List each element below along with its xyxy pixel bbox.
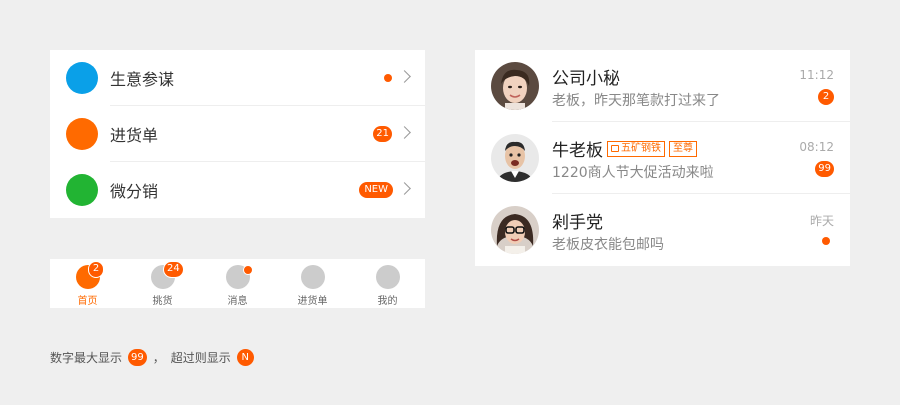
menu-item-purchase-list[interactable]: 进货单 21	[50, 106, 425, 162]
menu-item-label: 进货单	[110, 126, 159, 145]
message-item[interactable]: 公司小秘 老板，昨天那笔款打过来了 11:12 2	[475, 50, 850, 122]
count-badge: 21	[373, 126, 392, 142]
tab-badge: 2	[88, 261, 104, 278]
menu-item-label: 微分销	[110, 182, 159, 201]
note-text: 数字最大显示	[50, 350, 123, 365]
tab-label: 进货单	[297, 296, 328, 307]
max-count-badge: 99	[128, 348, 147, 366]
tab-messages[interactable]: 消息	[200, 259, 275, 308]
shop-icon	[611, 144, 619, 152]
contact-name: 牛老板 五矿钢铁 至尊	[552, 136, 697, 161]
contact-name-text: 牛老板	[552, 141, 603, 161]
chevron-right-icon	[398, 70, 411, 83]
tab-purchase-list[interactable]: 进货单	[275, 259, 350, 308]
menu-item-label: 生意参谋	[110, 70, 175, 89]
tab-label: 挑货	[152, 296, 173, 307]
menu-card: 生意参谋 进货单 21 微分销 NEW	[50, 50, 425, 218]
purchase-list-icon	[66, 118, 98, 150]
tab-label: 首页	[77, 296, 98, 307]
unread-count-badge: 2	[818, 89, 834, 105]
unread-count-badge: 99	[815, 161, 834, 177]
tab-label: 消息	[227, 296, 248, 307]
contact-name-text: 剁手党	[552, 213, 603, 233]
tab-label: 我的	[377, 296, 398, 307]
chevron-right-icon	[398, 126, 411, 139]
overflow-badge: N	[236, 348, 254, 366]
avatar-woman-icon	[491, 62, 539, 110]
tab-pick-goods[interactable]: 24 挑货	[125, 259, 200, 308]
message-item[interactable]: 剁手党 老板皮衣能包邮吗 昨天	[475, 194, 850, 266]
message-time: 08:12	[799, 140, 834, 154]
avatar-man-icon	[491, 134, 539, 182]
new-badge: NEW	[359, 182, 393, 198]
contact-name: 剁手党	[552, 208, 603, 233]
avatar-woman-glasses-icon	[491, 206, 539, 254]
company-tag: 五矿钢铁	[607, 140, 665, 157]
micro-distribution-icon	[66, 174, 98, 206]
message-preview: 老板皮衣能包邮吗	[552, 237, 664, 253]
avatar	[491, 134, 539, 182]
badge-rule-note: 数字最大显示 99 ， 超过则显示 N	[50, 348, 260, 366]
avatar	[491, 206, 539, 254]
menu-item-business-advisor[interactable]: 生意参谋	[50, 50, 425, 106]
company-tag-text: 五矿钢铁	[621, 142, 661, 154]
unread-dot	[384, 74, 392, 82]
message-preview: 老板，昨天那笔款打过来了	[552, 93, 720, 109]
message-time: 11:12	[799, 68, 834, 82]
unread-dot	[822, 237, 830, 245]
note-text: 超过则显示	[170, 350, 231, 365]
message-list: 公司小秘 老板，昨天那笔款打过来了 11:12 2 牛老板 五矿钢铁 至尊 12…	[475, 50, 850, 266]
tab-mine[interactable]: 我的	[350, 259, 425, 308]
purchase-list-icon	[301, 265, 325, 289]
chevron-right-icon	[398, 182, 411, 195]
unread-dot	[243, 265, 253, 275]
contact-name-text: 公司小秘	[552, 69, 620, 89]
bottom-tab-bar: 2 首页 24 挑货 消息 进货单 我的	[50, 259, 425, 308]
message-item[interactable]: 牛老板 五矿钢铁 至尊 1220商人节大促活动来啦 08:12 99	[475, 122, 850, 194]
business-advisor-icon	[66, 62, 98, 94]
note-separator: ，	[152, 350, 165, 365]
tab-home[interactable]: 2 首页	[50, 259, 125, 308]
menu-item-micro-distribution[interactable]: 微分销 NEW	[50, 162, 425, 218]
message-preview: 1220商人节大促活动来啦	[552, 165, 714, 181]
vip-tag: 至尊	[669, 140, 697, 157]
tab-badge: 24	[163, 261, 184, 278]
contact-name: 公司小秘	[552, 64, 620, 89]
profile-icon	[376, 265, 400, 289]
avatar	[491, 62, 539, 110]
message-time: 昨天	[809, 214, 834, 228]
